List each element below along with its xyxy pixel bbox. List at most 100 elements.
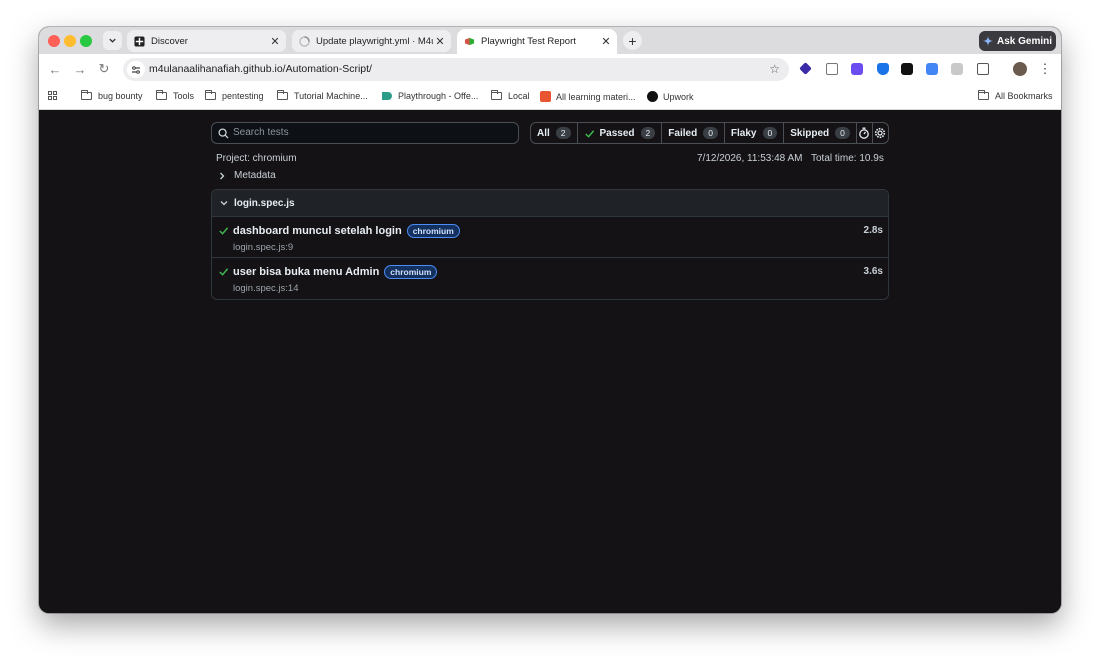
bookmark-label: Local (508, 91, 530, 101)
filter-count: 0 (762, 127, 778, 139)
filter-count: 0 (703, 127, 718, 139)
folder-icon (491, 90, 502, 100)
chevron-right-icon (220, 172, 225, 179)
site-info-icon[interactable] (127, 61, 145, 78)
extension-translate-icon[interactable] (926, 63, 938, 75)
profile-avatar[interactable] (1013, 62, 1027, 76)
ask-gemini-button[interactable]: Ask Gemini (979, 31, 1056, 51)
speedboard-button[interactable] (857, 123, 873, 143)
reload-icon: ↻ (98, 61, 110, 76)
tab-search-button[interactable] (103, 31, 122, 50)
tab-title: Update playwright.yml · M4ul (316, 35, 433, 47)
forward-button[interactable]: → (72, 61, 88, 77)
total-time: Total time: 10.9s (811, 153, 884, 164)
test-row[interactable]: dashboard muncul setelah login chromium … (212, 217, 888, 258)
extension-list-icon[interactable] (826, 63, 838, 75)
tab-github[interactable]: Update playwright.yml · M4ul ✕ (292, 30, 451, 52)
bookmark-label: All learning materi... (556, 91, 636, 102)
filter-failed[interactable]: Failed 0 (662, 123, 725, 143)
project-name: Project: chromium (216, 153, 297, 164)
upwork-icon (647, 91, 658, 102)
bookmark-label: Tools (173, 91, 195, 101)
bookmark-playthrough[interactable]: Playthrough - Offe... (382, 91, 478, 101)
test-title[interactable]: dashboard muncul setelah login chromium (233, 224, 460, 238)
extensions-puzzle-icon[interactable] (977, 63, 989, 75)
test-duration: 3.6s (863, 266, 883, 277)
project-tag[interactable]: chromium (406, 224, 460, 238)
close-tab-icon[interactable]: ✕ (433, 35, 447, 48)
address-bar[interactable]: m4ulanaalihanafiah.github.io/Automation-… (123, 58, 789, 81)
test-location: login.spec.js:14 (233, 283, 299, 294)
gemini-sparkle-icon (982, 36, 993, 46)
filter-skipped[interactable]: Skipped 0 (784, 123, 857, 143)
tab-discover[interactable]: Discover ✕ (127, 30, 286, 52)
tab-title: Discover (151, 35, 188, 47)
bookmark-local[interactable]: Local (491, 90, 530, 101)
filter-label: Passed (599, 127, 635, 139)
extension-grey-icon[interactable] (951, 63, 963, 75)
filter-label: All (537, 127, 550, 139)
run-timestamp: 7/12/2026, 11:53:48 AM (697, 153, 803, 164)
extension-dark-icon[interactable] (901, 63, 913, 75)
bookmark-bug-bounty[interactable]: bug bounty (81, 90, 143, 101)
status-filters: All 2 Passed 2 Failed 0 Flaky 0 Skipped 0 (530, 122, 889, 144)
bookmark-tools[interactable]: Tools (156, 90, 195, 101)
test-location: login.spec.js:9 (233, 242, 294, 253)
minimize-window-button[interactable] (64, 35, 76, 47)
bookmark-label: Upwork (663, 91, 694, 102)
close-tab-icon[interactable]: ✕ (599, 35, 613, 48)
bookmark-star-icon[interactable]: ☆ (769, 62, 780, 76)
ask-gemini-label: Ask Gemini (996, 35, 1053, 47)
filter-label: Failed (668, 127, 698, 139)
test-title-text: user bisa buka menu Admin (233, 266, 380, 278)
url-text: m4ulanaalihanafiah.github.io/Automation-… (149, 63, 372, 75)
bookmark-upwork[interactable]: Upwork (647, 91, 694, 102)
close-window-button[interactable] (48, 35, 60, 47)
browser-window: Discover ✕ Update playwright.yml · M4ul … (39, 27, 1061, 613)
check-icon (584, 129, 594, 138)
maximize-window-button[interactable] (80, 35, 92, 47)
report-page: Search tests All 2 Passed 2 Failed 0 Flaky 0… (39, 111, 1061, 613)
search-placeholder: Search tests (233, 127, 289, 138)
bookmark-pentesting[interactable]: pentesting (205, 90, 264, 101)
filter-flaky[interactable]: Flaky 0 (725, 123, 785, 143)
browser-toolbar: ← → ↻ m4ulanaalihanafiah.github.io/Autom… (39, 54, 1061, 84)
folder-icon (81, 90, 92, 100)
test-file-panel: login.spec.js dashboard muncul setelah l… (211, 189, 889, 300)
bookmark-learning-materials[interactable]: All learning materi... (540, 91, 636, 102)
bookmark-tutorial-machine[interactable]: Tutorial Machine... (277, 90, 368, 101)
test-file-header[interactable]: login.spec.js (212, 190, 888, 217)
extension-rocket-icon[interactable] (851, 63, 863, 75)
tab-strip: Discover ✕ Update playwright.yml · M4ul … (39, 27, 1061, 54)
chevron-down-icon (109, 38, 116, 43)
back-button[interactable]: ← (47, 61, 63, 77)
project-tag[interactable]: chromium (384, 265, 438, 279)
site-icon (540, 91, 551, 102)
filter-label: Flaky (730, 127, 757, 139)
tab-playwright-report[interactable]: Playwright Test Report ✕ (457, 29, 617, 54)
extension-diamond-icon[interactable] (799, 62, 812, 75)
reload-button[interactable]: ↻ (96, 61, 112, 77)
test-title[interactable]: user bisa buka menu Admin chromium (233, 265, 438, 279)
bookmark-label: Tutorial Machine... (294, 91, 368, 101)
settings-button[interactable] (873, 123, 888, 143)
browser-menu-button[interactable]: ⋮ (1037, 61, 1053, 77)
test-row[interactable]: user bisa buka menu Admin chromium login… (212, 258, 888, 299)
new-tab-button[interactable]: + (623, 31, 642, 50)
filter-all[interactable]: All 2 (531, 123, 578, 143)
playwright-icon (464, 36, 475, 47)
arrow-right-icon: → (73, 61, 87, 77)
apps-grid-icon[interactable] (48, 91, 59, 102)
search-input[interactable]: Search tests (211, 122, 519, 144)
metadata-toggle[interactable]: Metadata (217, 170, 276, 181)
github-icon (299, 35, 310, 47)
extension-shield-icon[interactable] (877, 63, 889, 75)
plus-icon: + (628, 32, 637, 49)
tab-title: Playwright Test Report (481, 36, 576, 47)
filter-passed[interactable]: Passed 2 (578, 123, 663, 143)
stopwatch-icon (859, 127, 870, 139)
gear-icon (875, 127, 886, 139)
close-tab-icon[interactable]: ✕ (268, 35, 282, 48)
all-bookmarks[interactable]: All Bookmarks (978, 90, 1053, 101)
filter-label: Skipped (790, 127, 830, 139)
